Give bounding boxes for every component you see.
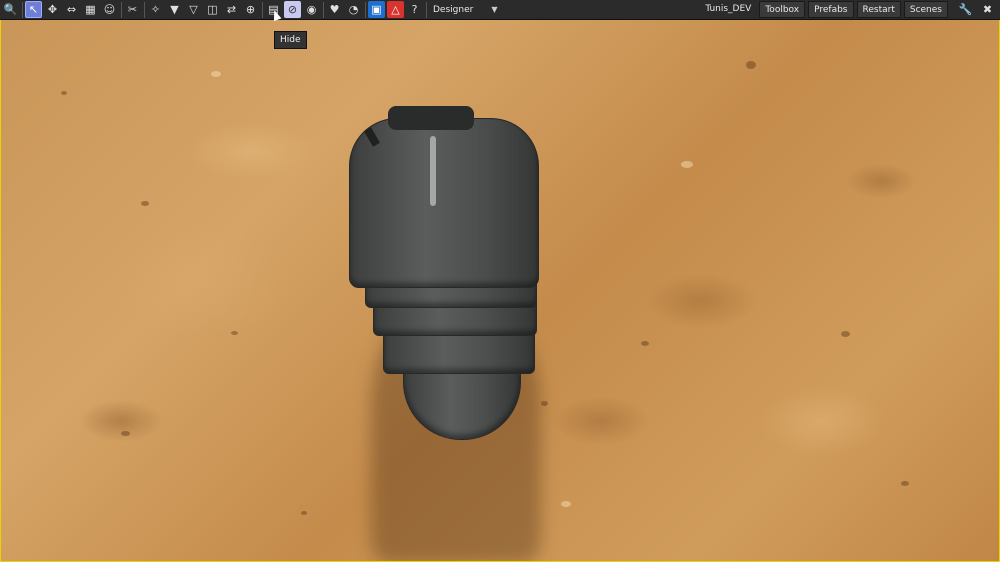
mode-label: Designer <box>433 4 474 15</box>
sand-speck <box>231 331 238 335</box>
shuffle-icon[interactable]: ⇄ <box>223 1 240 18</box>
timer-icon[interactable]: ◔ <box>345 1 362 18</box>
sand-speck <box>746 61 756 69</box>
sand-speck <box>141 201 149 206</box>
warning-icon[interactable]: △ <box>387 1 404 18</box>
sand-speck <box>841 331 850 337</box>
save-icon[interactable]: ▣ <box>368 1 385 18</box>
heart-icon[interactable]: ♥ <box>326 1 343 18</box>
search-icon[interactable]: 🔍 <box>2 1 19 18</box>
scenes-button[interactable]: Scenes <box>903 1 948 18</box>
close-icon[interactable]: ✖ <box>979 1 996 18</box>
filter-down-icon[interactable]: ▼ <box>166 1 183 18</box>
toolbar-separator <box>365 1 366 18</box>
move-tool-icon[interactable]: ✥ <box>44 1 61 18</box>
eye-icon[interactable]: ◉ <box>303 1 320 18</box>
toolbar-separator <box>323 1 324 18</box>
prefabs-button[interactable]: Prefabs <box>808 1 854 18</box>
editor-toolbar: 🔍 ↖ ✥ ⇔ ▦ ☺ ✂ ✧ ▼ ▽ ◫ ⇄ ⊕ ▤ ⊘ ◉ ♥ ◔ ▣ △ … <box>0 0 1000 20</box>
split-view-icon[interactable]: ◫ <box>204 1 221 18</box>
game-viewport[interactable] <box>0 0 1000 562</box>
chevron-down-icon: ▼ <box>491 5 498 14</box>
hide-tooltip: Hide <box>274 31 307 49</box>
wrench-icon[interactable]: 🔧 <box>957 1 974 18</box>
crosshair-icon[interactable]: ⊕ <box>242 1 259 18</box>
toolbar-separator <box>121 1 122 18</box>
sand-speck <box>121 431 130 436</box>
sand-speck <box>901 481 909 486</box>
sand-speck <box>301 511 307 515</box>
sand-speck <box>681 161 693 168</box>
mode-dropdown[interactable]: Designer ▼ <box>433 5 497 15</box>
toolbar-separator <box>262 1 263 18</box>
triangle-down-icon[interactable]: ▽ <box>185 1 202 18</box>
hide-icon[interactable]: ⊘ <box>284 1 301 18</box>
toolbox-button[interactable]: Toolbox <box>759 1 806 18</box>
project-name: Tunis_DEV <box>705 4 752 14</box>
armor-highlight <box>430 136 436 206</box>
toolbar-right-group: Tunis_DEV Toolbox Prefabs Restart Scenes… <box>700 1 996 18</box>
sand-speck <box>61 91 67 95</box>
sand-speck <box>211 71 221 77</box>
restart-button[interactable]: Restart <box>856 1 901 18</box>
armor-neck <box>388 106 474 130</box>
toolbar-separator <box>22 1 23 18</box>
pivot-icon[interactable]: ✧ <box>147 1 164 18</box>
scale-tool-icon[interactable]: ⇔ <box>63 1 80 18</box>
armor-breastplate-object[interactable] <box>346 106 546 446</box>
select-tool-icon[interactable]: ↖ <box>25 1 42 18</box>
sand-speck <box>561 501 571 507</box>
toolbar-separator <box>426 1 427 18</box>
scissors-icon[interactable]: ✂ <box>124 1 141 18</box>
sand-speck <box>641 341 649 346</box>
snap-tool-icon[interactable]: ▦ <box>82 1 99 18</box>
help-icon[interactable]: ? <box>406 1 423 18</box>
smile-icon[interactable]: ☺ <box>101 1 118 18</box>
toolbar-separator <box>144 1 145 18</box>
